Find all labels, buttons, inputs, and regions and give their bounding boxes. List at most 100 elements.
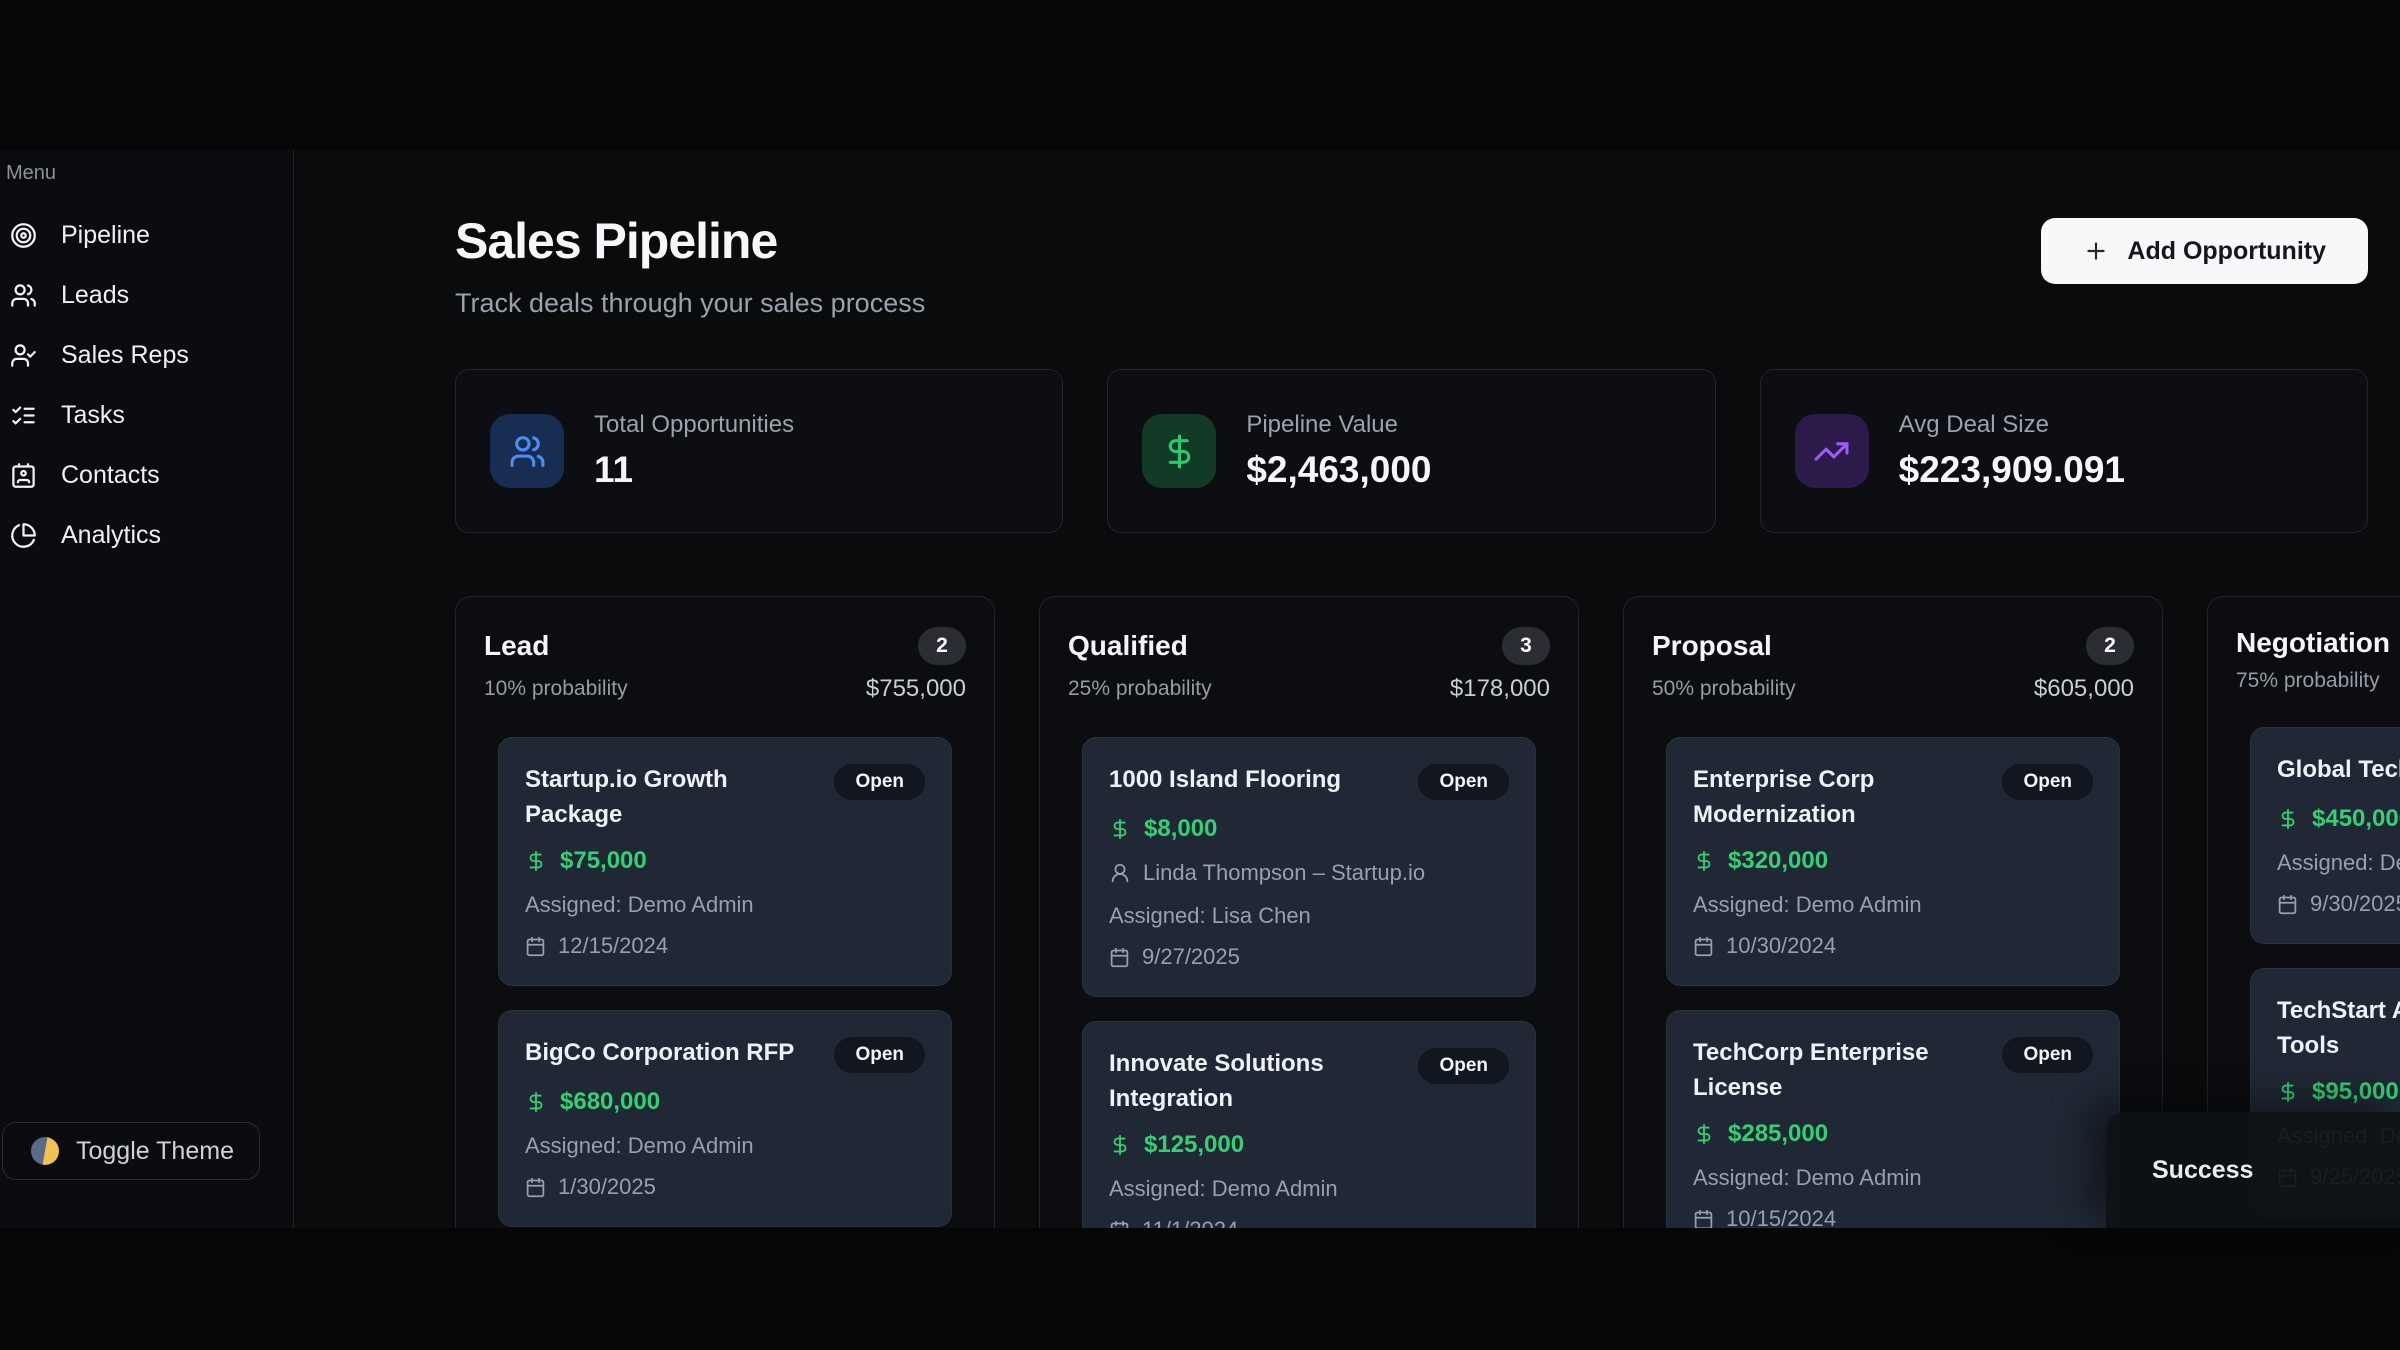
- card-header: Enterprise Corp Modernization Open: [1693, 762, 2093, 832]
- card-amount-row: $320,000: [1693, 847, 2093, 875]
- card-date: 11/1/2024: [1142, 1217, 1238, 1228]
- opportunity-card[interactable]: Startup.io Growth Package Open $75,000 A…: [498, 737, 952, 986]
- card-title: Global Tech Expansion: [2277, 752, 2400, 787]
- app-window: Menu Pipeline Leads Sales Reps Tasks Con…: [0, 150, 2400, 1228]
- card-date: 1/30/2025: [558, 1174, 656, 1200]
- status-badge: Open: [2002, 1037, 2093, 1073]
- stat-label: Total Opportunities: [594, 411, 794, 439]
- card-amount: $450,000: [2312, 805, 2400, 833]
- card-date-row: 10/15/2024: [1693, 1206, 2093, 1228]
- add-opportunity-button[interactable]: Add Opportunity: [2041, 218, 2368, 284]
- stat-value: 11: [594, 449, 794, 491]
- toggle-theme-button[interactable]: Toggle Theme: [2, 1122, 260, 1180]
- add-opportunity-label: Add Opportunity: [2127, 237, 2326, 266]
- card-header: Innovate Solutions Integration Open: [1109, 1046, 1509, 1116]
- column-cards: Startup.io Growth Package Open $75,000 A…: [498, 737, 952, 1227]
- column-probability: 25% probability: [1068, 677, 1212, 701]
- card-amount: $75,000: [560, 847, 647, 875]
- opportunity-card[interactable]: TechCorp Enterprise License Open $285,00…: [1666, 1010, 2120, 1228]
- card-assigned: Assigned: Demo Admin: [525, 1133, 925, 1159]
- column-title: Negotiation: [2236, 627, 2390, 659]
- card-amount: $125,000: [1144, 1131, 1244, 1159]
- column-count-badge: 2: [918, 627, 966, 665]
- column-title: Lead: [484, 630, 549, 662]
- column-title: Qualified: [1068, 630, 1188, 662]
- calendar-icon: [1109, 947, 1130, 968]
- card-amount: $680,000: [560, 1088, 660, 1116]
- sidebar-item-label: Pipeline: [61, 221, 150, 250]
- card-date: 10/30/2024: [1726, 933, 1836, 959]
- sidebar-item-contacts[interactable]: Contacts: [4, 445, 293, 505]
- toast-title: Success: [2152, 1156, 2253, 1185]
- card-header: TechStart Analytics Tools Open: [2277, 993, 2400, 1063]
- dollar-sign-icon: [2277, 1081, 2299, 1103]
- sidebar-item-sales-reps[interactable]: Sales Reps: [4, 325, 293, 385]
- kanban-board: Lead 2 10% probability $755,000 Startup.…: [455, 596, 2368, 1228]
- column-subheader: 10% probability $755,000: [484, 675, 966, 703]
- column-count-badge: 2: [2086, 627, 2134, 665]
- card-header: Startup.io Growth Package Open: [525, 762, 925, 832]
- card-title: TechStart Analytics Tools: [2277, 993, 2400, 1063]
- card-title: Startup.io Growth Package: [525, 762, 822, 832]
- calendar-icon: [1693, 936, 1714, 957]
- card-assigned: Assigned: Lisa Chen: [1109, 903, 1509, 929]
- sidebar-item-label: Contacts: [61, 461, 160, 490]
- card-date-row: 1/30/2025: [525, 1174, 925, 1200]
- card-amount: $95,000: [2312, 1078, 2399, 1106]
- sidebar-item-leads[interactable]: Leads: [4, 265, 293, 325]
- column-cards: 1000 Island Flooring Open $8,000 Linda T…: [1082, 737, 1536, 1228]
- page-subtitle: Track deals through your sales process: [455, 288, 925, 319]
- card-title: BigCo Corporation RFP: [525, 1035, 794, 1070]
- dollar-sign-icon: [525, 850, 547, 872]
- opportunity-card[interactable]: Global Tech Expansion Open $450,000 Assi…: [2250, 727, 2400, 944]
- column-subheader: 50% probability $605,000: [1652, 675, 2134, 703]
- card-title: Enterprise Corp Modernization: [1693, 762, 1874, 832]
- column-subheader: 75% probability: [2236, 669, 2400, 693]
- card-date-row: 9/30/2025: [2277, 891, 2400, 917]
- card-amount-row: $8,000: [1109, 815, 1509, 843]
- dollar-sign-icon: [525, 1091, 547, 1113]
- opportunity-card[interactable]: BigCo Corporation RFP Open $680,000 Assi…: [498, 1010, 952, 1227]
- card-amount-row: $450,000: [2277, 805, 2400, 833]
- stat-text-group: Pipeline Value $2,463,000: [1246, 411, 1431, 491]
- card-date-row: 10/30/2024: [1693, 933, 2093, 959]
- column-qualified: Qualified 3 25% probability $178,000 100…: [1039, 596, 1579, 1228]
- list-checks-icon: [10, 402, 37, 429]
- sidebar-section-label: Menu: [6, 162, 293, 185]
- sidebar-item-label: Tasks: [61, 401, 125, 430]
- sidebar-item-tasks[interactable]: Tasks: [4, 385, 293, 445]
- column-probability: 10% probability: [484, 677, 628, 701]
- card-header: Global Tech Expansion Open: [2277, 752, 2400, 790]
- card-contact: Linda Thompson – Startup.io: [1143, 860, 1425, 886]
- sidebar-item-pipeline[interactable]: Pipeline: [4, 205, 293, 265]
- column-proposal: Proposal 2 50% probability $605,000 Ente…: [1623, 596, 2163, 1228]
- sidebar-item-analytics[interactable]: Analytics: [4, 505, 293, 565]
- page-heading-group: Sales Pipeline Track deals through your …: [455, 212, 925, 319]
- user-icon: [1109, 862, 1131, 884]
- stat-label: Pipeline Value: [1246, 411, 1431, 439]
- opportunity-card[interactable]: Enterprise Corp Modernization Open $320,…: [1666, 737, 2120, 986]
- status-badge: Open: [2002, 764, 2093, 800]
- card-assigned: Assigned: Demo Admin: [1109, 1176, 1509, 1202]
- card-amount: $8,000: [1144, 815, 1217, 843]
- calendar-icon: [1109, 1220, 1130, 1229]
- opportunity-card[interactable]: 1000 Island Flooring Open $8,000 Linda T…: [1082, 737, 1536, 997]
- stat-value: $223,909.091: [1899, 449, 2125, 491]
- card-assigned: Assigned: Demo Admin: [1693, 1165, 2093, 1191]
- status-badge: Open: [1418, 764, 1509, 800]
- dollar-sign-icon: [1693, 850, 1715, 872]
- dollar-sign-icon: [1142, 414, 1216, 488]
- column-title: Proposal: [1652, 630, 1772, 662]
- card-amount-row: $680,000: [525, 1088, 925, 1116]
- user-check-icon: [10, 342, 37, 369]
- column-subheader: 25% probability $178,000: [1068, 675, 1550, 703]
- opportunity-card[interactable]: Innovate Solutions Integration Open $125…: [1082, 1021, 1536, 1228]
- card-date: 10/15/2024: [1726, 1206, 1836, 1228]
- users-icon: [10, 282, 37, 309]
- pie-chart-icon: [10, 522, 37, 549]
- contact-card-icon: [10, 462, 37, 489]
- stat-value: $2,463,000: [1246, 449, 1431, 491]
- main-content: Sales Pipeline Track deals through your …: [294, 150, 2400, 1228]
- card-title: Innovate Solutions Integration: [1109, 1046, 1324, 1116]
- card-amount: $320,000: [1728, 847, 1828, 875]
